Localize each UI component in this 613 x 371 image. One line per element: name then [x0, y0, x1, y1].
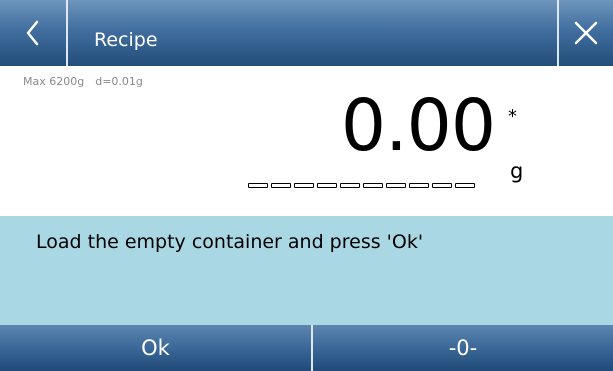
bargraph-segment: [432, 183, 452, 188]
close-button[interactable]: [559, 0, 613, 66]
bargraph-segment: [409, 183, 429, 188]
capacity-bargraph: [248, 183, 475, 188]
header-bar: Recipe: [0, 0, 613, 66]
bargraph-segment: [317, 183, 337, 188]
bargraph-segment: [455, 183, 475, 188]
weighing-display: Max 6200g d=0.01g 0.00 * g: [0, 66, 613, 216]
bargraph-segment: [294, 183, 314, 188]
instruction-text: Load the empty container and press 'Ok': [36, 231, 424, 253]
weight-unit: g: [510, 159, 524, 183]
scale-specs: Max 6200g d=0.01g: [23, 75, 143, 88]
bargraph-segment: [271, 183, 291, 188]
ok-button[interactable]: Ok: [0, 325, 311, 371]
back-button[interactable]: [0, 0, 66, 66]
weight-reading: 0.00: [340, 84, 496, 167]
division-label: d=0.01g: [95, 75, 143, 88]
bargraph-segment: [386, 183, 406, 188]
page-title: Recipe: [94, 29, 158, 51]
chevron-left-icon: [26, 20, 39, 46]
instruction-panel: Load the empty container and press 'Ok': [0, 216, 613, 325]
stability-indicator: *: [508, 106, 517, 127]
max-capacity-label: Max 6200g: [23, 75, 85, 88]
bargraph-segment: [363, 183, 383, 188]
tare-zero-button[interactable]: -0-: [313, 325, 613, 371]
header-divider: [66, 0, 68, 66]
bargraph-segment: [340, 183, 360, 188]
close-icon: [574, 21, 598, 45]
footer-bar: Ok -0-: [0, 325, 613, 371]
bargraph-segment: [248, 183, 268, 188]
